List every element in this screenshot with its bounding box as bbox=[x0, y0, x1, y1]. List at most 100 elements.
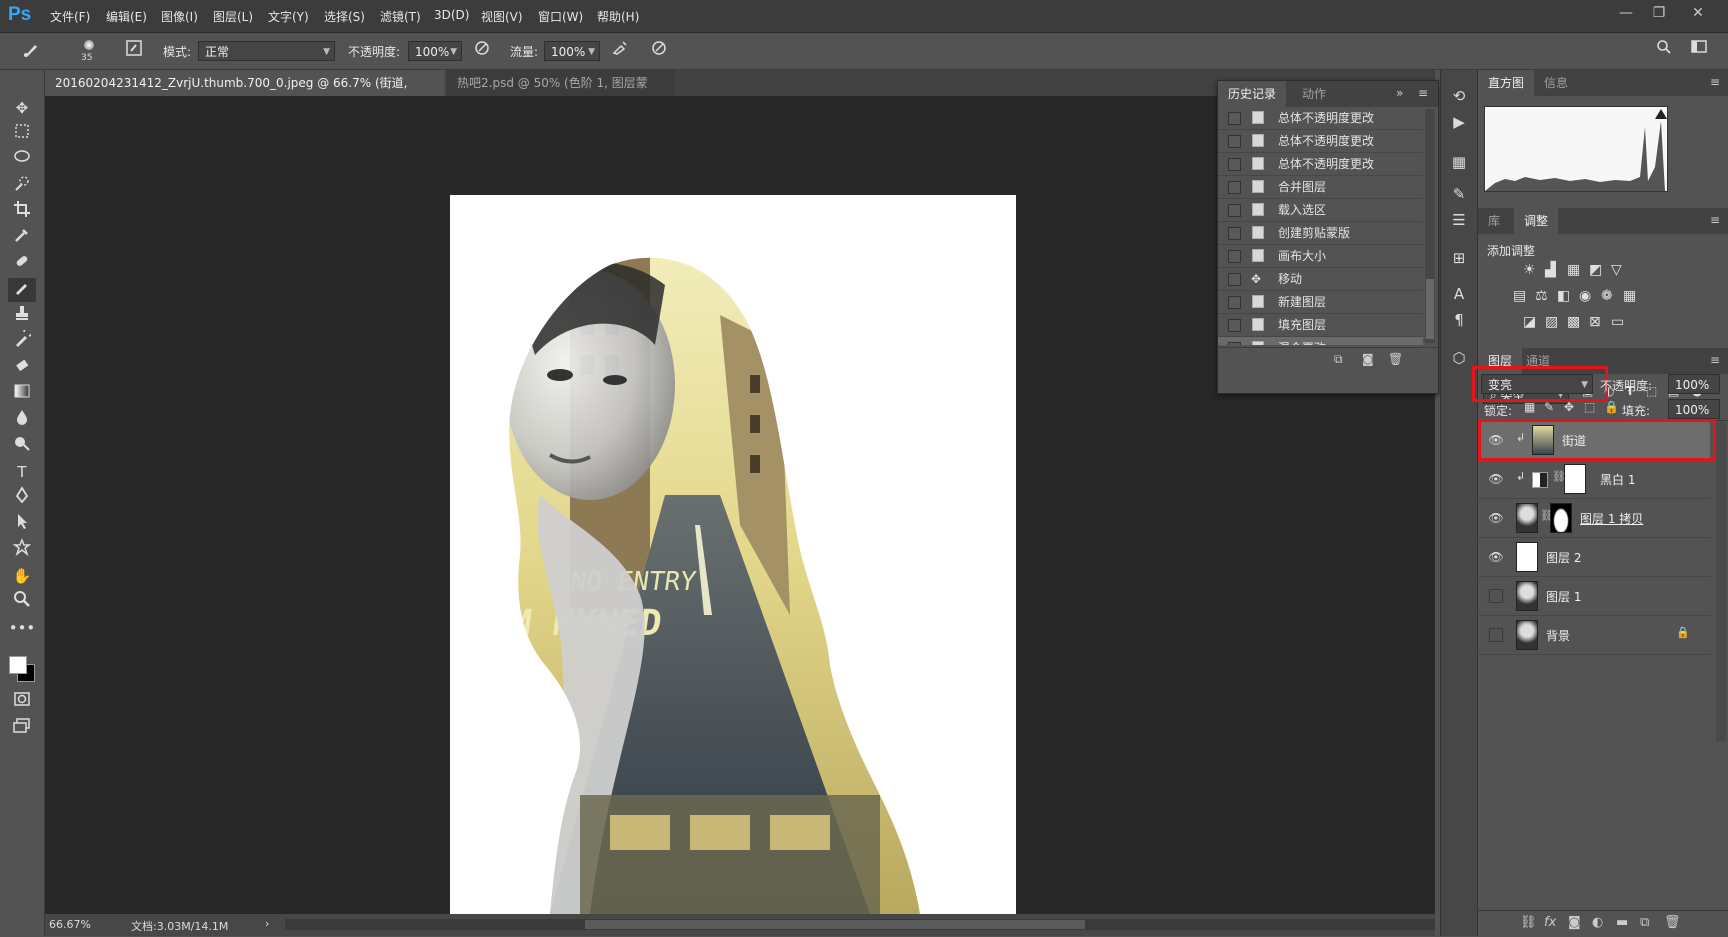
photo-filter-icon[interactable]: ◉ bbox=[1579, 288, 1591, 304]
actions-play-icon[interactable]: ▶ bbox=[1447, 110, 1471, 134]
eraser-tool-icon[interactable] bbox=[8, 356, 36, 380]
new-adjustment-icon[interactable]: ◐ bbox=[1592, 915, 1603, 930]
gradient-tool-icon[interactable] bbox=[8, 382, 36, 406]
layers-scrollbar[interactable] bbox=[1716, 422, 1726, 742]
panel-menu-icon[interactable]: ≡ bbox=[1710, 75, 1720, 89]
healing-brush-tool-icon[interactable] bbox=[8, 252, 36, 276]
adjust-sliders-icon[interactable]: ☰ bbox=[1447, 208, 1471, 232]
tab-street-jpeg[interactable]: 20160204231412_ZvrjU.thumb.700_0.jpeg @ … bbox=[45, 70, 445, 116]
screen-mode-icon[interactable] bbox=[8, 716, 36, 740]
tab-info[interactable]: 信息 bbox=[1534, 70, 1578, 96]
menu-layer[interactable]: 图层(L) bbox=[213, 8, 253, 25]
menu-type[interactable]: 文字(Y) bbox=[268, 8, 309, 25]
layer-name[interactable]: 背景 bbox=[1546, 627, 1570, 644]
quick-selection-tool-icon[interactable] bbox=[8, 174, 36, 198]
panel-menu-icon[interactable]: ≡ bbox=[1710, 213, 1720, 227]
history-item[interactable]: 画布大小 bbox=[1218, 245, 1423, 268]
color-lookup-icon[interactable]: ▦ bbox=[1623, 288, 1636, 304]
levels-icon[interactable]: ▟ bbox=[1545, 262, 1556, 278]
color-balance-icon[interactable]: ⚖ bbox=[1535, 288, 1548, 304]
lock-artboard-icon[interactable]: ⬚ bbox=[1584, 400, 1595, 414]
layer-row-layer1[interactable]: 图层 1 bbox=[1478, 577, 1710, 616]
panel-menu-icon[interactable]: ≡ bbox=[1418, 86, 1428, 100]
panel-menu-icon[interactable]: ≡ bbox=[1710, 353, 1720, 367]
new-group-icon[interactable]: ▬ bbox=[1616, 915, 1628, 930]
menu-filter[interactable]: 滤镜(T) bbox=[380, 8, 421, 25]
menu-file[interactable]: 文件(F) bbox=[50, 8, 90, 25]
brush-tool-preset-icon[interactable] bbox=[20, 39, 44, 63]
zoom-level[interactable]: 66.67% bbox=[49, 918, 91, 931]
opacity-input[interactable]: 100% ▼ bbox=[408, 41, 462, 61]
restore-button[interactable]: ❐ bbox=[1645, 2, 1673, 24]
brush-tool-icon[interactable] bbox=[8, 278, 36, 302]
history-item-selected[interactable]: 混合更改 bbox=[1218, 337, 1423, 345]
history-item[interactable]: 总体不透明度更改 bbox=[1218, 107, 1423, 130]
curves-icon[interactable]: ▦ bbox=[1567, 262, 1580, 278]
new-layer-icon[interactable]: ⧉ bbox=[1640, 915, 1649, 930]
lock-position-icon[interactable]: ✥ bbox=[1564, 400, 1574, 414]
clone-stamp-tool-icon[interactable] bbox=[8, 304, 36, 328]
marquee-tool-icon[interactable] bbox=[8, 122, 36, 146]
lock-pixels-icon[interactable]: ✎ bbox=[1544, 400, 1554, 414]
history-item[interactable]: 总体不透明度更改 bbox=[1218, 153, 1423, 176]
dodge-tool-icon[interactable] bbox=[8, 434, 36, 458]
tab-history[interactable]: 历史记录 bbox=[1218, 81, 1287, 107]
eye-icon[interactable]: 👁 bbox=[1488, 511, 1504, 525]
selective-color-icon[interactable]: ⊠ bbox=[1589, 314, 1601, 330]
status-menu-arrow[interactable]: › bbox=[265, 917, 269, 930]
lasso-tool-icon[interactable] bbox=[8, 148, 36, 172]
brightness-icon[interactable]: ☀ bbox=[1523, 262, 1536, 278]
search-icon[interactable] bbox=[1652, 39, 1676, 63]
visibility-toggle[interactable] bbox=[1489, 628, 1503, 642]
move-tool-icon[interactable]: ✥ bbox=[8, 96, 36, 120]
document-canvas[interactable]: NO ENTRY M MYNED bbox=[450, 195, 1016, 914]
trash-icon[interactable]: 🗑 bbox=[1388, 352, 1403, 366]
channel-mixer-icon[interactable]: ❁ bbox=[1601, 288, 1613, 304]
brush-presets-icon[interactable]: ✎ bbox=[1447, 182, 1471, 206]
history-item[interactable]: 新建图层 bbox=[1218, 291, 1423, 314]
workspace-switcher-icon[interactable] bbox=[1688, 39, 1712, 63]
collapse-panel-icon[interactable]: » bbox=[1396, 86, 1403, 100]
zoom-tool-icon[interactable] bbox=[8, 590, 36, 614]
blend-mode-select[interactable]: 变亮 ▼ bbox=[1481, 374, 1593, 394]
history-scrollbar[interactable] bbox=[1425, 109, 1435, 343]
type-tool-icon[interactable]: T bbox=[8, 460, 36, 484]
tab-actions[interactable]: 动作 bbox=[1292, 81, 1336, 107]
snapshot-camera-icon[interactable]: ◙ bbox=[1362, 352, 1374, 366]
path-selection-tool-icon[interactable] bbox=[8, 512, 36, 536]
flow-input[interactable]: 100% ▼ bbox=[544, 41, 600, 61]
layer-name[interactable]: 图层 1 拷贝 bbox=[1580, 510, 1643, 527]
lock-transparency-icon[interactable]: ▦ bbox=[1524, 400, 1535, 414]
history-item[interactable]: 合并图层 bbox=[1218, 176, 1423, 199]
layer-row-layer1-copy[interactable]: 👁 ⛓ 图层 1 拷贝 bbox=[1478, 499, 1710, 538]
gradient-map-icon[interactable]: ▭ bbox=[1611, 314, 1624, 330]
pressure-opacity-icon[interactable] bbox=[470, 39, 494, 63]
blur-tool-icon[interactable] bbox=[8, 408, 36, 432]
tab-libraries[interactable]: 库 bbox=[1478, 208, 1510, 234]
layer-name[interactable]: 黑白 1 bbox=[1600, 471, 1635, 488]
pressure-size-icon[interactable] bbox=[647, 39, 671, 63]
hue-saturation-icon[interactable]: ▤ bbox=[1513, 288, 1526, 304]
minimize-button[interactable]: — bbox=[1612, 2, 1640, 24]
eye-icon[interactable]: 👁 bbox=[1488, 472, 1504, 486]
quick-mask-icon[interactable] bbox=[8, 690, 36, 714]
crop-tool-icon[interactable] bbox=[8, 200, 36, 224]
fill-input[interactable]: 100% bbox=[1668, 399, 1720, 419]
layer-row-black-white[interactable]: 👁 ↲ ⛓ 黑白 1 bbox=[1478, 460, 1710, 499]
character-icon[interactable]: A bbox=[1447, 282, 1471, 306]
add-mask-icon[interactable]: ◙ bbox=[1568, 915, 1581, 930]
properties-icon[interactable]: ▦ bbox=[1447, 150, 1471, 174]
menu-edit[interactable]: 编辑(E) bbox=[106, 8, 147, 25]
history-item[interactable]: 填充图层 bbox=[1218, 314, 1423, 337]
menu-select[interactable]: 选择(S) bbox=[324, 8, 365, 25]
close-window-button[interactable]: ✕ bbox=[1684, 2, 1712, 24]
exposure-icon[interactable]: ◩ bbox=[1589, 262, 1602, 278]
vibrance-icon[interactable]: ▽ bbox=[1611, 262, 1622, 278]
paragraph-icon[interactable]: ¶ bbox=[1447, 308, 1471, 332]
layer-row-layer2[interactable]: 👁 图层 2 bbox=[1478, 538, 1710, 577]
brush-panel-icon[interactable] bbox=[122, 39, 146, 63]
eye-icon[interactable]: 👁 bbox=[1488, 550, 1504, 564]
fx-icon[interactable]: fx bbox=[1544, 915, 1556, 930]
link-layers-icon[interactable]: ⛓ bbox=[1520, 915, 1537, 930]
color-swatches[interactable] bbox=[7, 654, 37, 684]
